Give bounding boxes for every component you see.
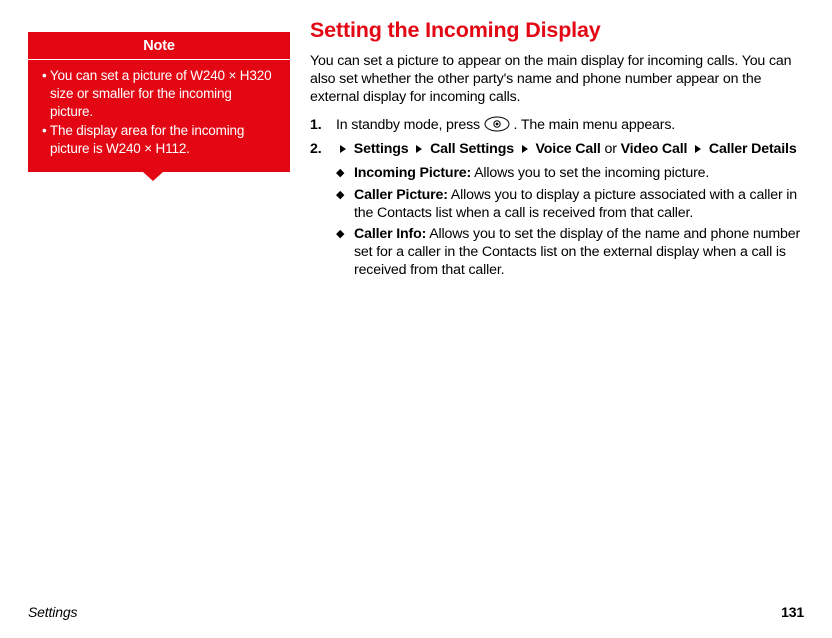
nav-video-call: Video Call <box>621 141 688 157</box>
intro-paragraph: You can set a picture to appear on the m… <box>310 52 804 107</box>
step-1: 1. In standby mode, press . The main men… <box>310 116 804 134</box>
option-text: Allows you to set the incoming picture. <box>474 165 709 181</box>
step-text-pre: In standby mode, press <box>336 117 484 133</box>
step-number: 1. <box>310 116 322 134</box>
option-caller-info: Caller Info: Allows you to set the displ… <box>336 225 804 280</box>
note-list: You can set a picture of W240 × H320 siz… <box>28 60 290 172</box>
nav-caller-details: Caller Details <box>709 141 797 157</box>
main-content: Setting the Incoming Display You can set… <box>310 18 804 285</box>
nav-settings: Settings <box>354 141 409 157</box>
options-list: Incoming Picture: Allows you to set the … <box>336 164 804 279</box>
arrow-icon <box>522 145 528 153</box>
note-box: Note You can set a picture of W240 × H32… <box>28 32 290 172</box>
note-item: You can set a picture of W240 × H320 siz… <box>40 67 278 120</box>
arrow-icon <box>695 145 701 153</box>
footer-section: Settings <box>28 604 77 620</box>
page-heading: Setting the Incoming Display <box>310 18 804 43</box>
note-notch <box>143 172 163 181</box>
option-incoming-picture: Incoming Picture: Allows you to set the … <box>336 164 804 182</box>
note-item: The display area for the incoming pictur… <box>40 122 278 158</box>
nav-call-settings: Call Settings <box>430 141 514 157</box>
step-number: 2. <box>310 140 322 158</box>
center-key-icon <box>484 116 510 132</box>
option-label: Caller Info: <box>354 226 426 242</box>
option-label: Caller Picture: <box>354 187 448 203</box>
option-caller-picture: Caller Picture: Allows you to display a … <box>336 186 804 222</box>
nav-voice-call: Voice Call <box>536 141 601 157</box>
arrow-icon <box>340 145 346 153</box>
steps-list: 1. In standby mode, press . The main men… <box>310 116 804 280</box>
arrow-icon <box>416 145 422 153</box>
nav-or: or <box>605 141 621 157</box>
page-footer: Settings 131 <box>28 604 804 620</box>
step-2: 2. Settings Call Settings Voice Call or … <box>310 140 804 279</box>
note-title: Note <box>28 32 290 60</box>
step-text-post: . The main menu appears. <box>514 117 676 133</box>
sidebar: Note You can set a picture of W240 × H32… <box>28 18 290 285</box>
option-label: Incoming Picture: <box>354 165 471 181</box>
footer-page-number: 131 <box>781 604 804 620</box>
